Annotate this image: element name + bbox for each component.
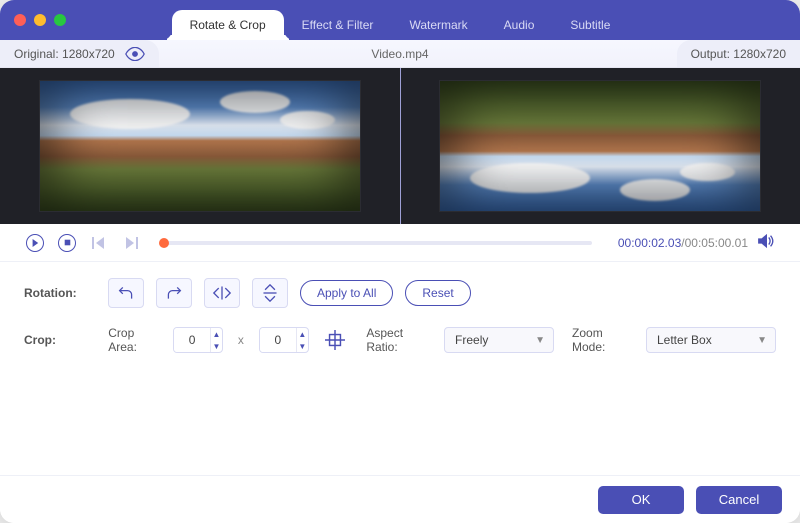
preview-toggle-icon[interactable]: [125, 47, 145, 61]
apply-to-all-button[interactable]: Apply to All: [300, 280, 393, 306]
output-frame-image: [440, 81, 760, 211]
time-display: 00:00:02.03/00:05:00.01: [618, 236, 748, 250]
total-time: 00:05:00.01: [685, 236, 748, 250]
tab-watermark[interactable]: Watermark: [391, 10, 485, 40]
chevron-down-icon: ▼: [757, 335, 767, 346]
original-frame-image: [40, 81, 360, 211]
flip-horizontal-button[interactable]: [204, 278, 240, 308]
titlebar: Rotate & Crop Effect & Filter Watermark …: [0, 0, 800, 40]
zoom-mode-select[interactable]: Letter Box ▼: [646, 327, 776, 353]
crop-height-wrap: ▲ ▼: [259, 327, 309, 353]
reset-button[interactable]: Reset: [405, 280, 470, 306]
ok-button[interactable]: OK: [598, 486, 684, 514]
crop-width-down[interactable]: ▼: [211, 340, 222, 352]
window-controls: [14, 14, 66, 26]
timeline-slider[interactable]: [160, 241, 592, 245]
original-resolution-label: Original: 1280x720: [14, 47, 115, 61]
crop-height-up[interactable]: ▲: [297, 328, 308, 340]
crop-times: x: [235, 333, 247, 347]
tab-subtitle[interactable]: Subtitle: [552, 10, 628, 40]
crop-width-up[interactable]: ▲: [211, 328, 222, 340]
info-output: Output: 1280x720: [677, 40, 800, 67]
tab-audio[interactable]: Audio: [486, 10, 553, 40]
tabs: Rotate & Crop Effect & Filter Watermark …: [0, 0, 800, 40]
rotation-row: Rotation: Apply to All Reset: [24, 278, 776, 308]
rotation-label: Rotation:: [24, 286, 96, 300]
close-window-icon[interactable]: [14, 14, 26, 26]
chevron-down-icon: ▼: [535, 335, 545, 346]
footer: OK Cancel: [0, 475, 800, 523]
play-button[interactable]: [24, 232, 46, 254]
info-original: Original: 1280x720: [0, 40, 159, 67]
minimize-window-icon[interactable]: [34, 14, 46, 26]
info-bar: Original: 1280x720 Video.mp4 Output: 128…: [0, 40, 800, 68]
app-window: Rotate & Crop Effect & Filter Watermark …: [0, 0, 800, 523]
preview-row: [0, 68, 800, 224]
cancel-button[interactable]: Cancel: [696, 486, 782, 514]
preview-output[interactable]: [400, 68, 800, 224]
rotate-right-button[interactable]: [156, 278, 192, 308]
playback-bar: 00:00:02.03/00:05:00.01: [0, 224, 800, 262]
controls-area: Rotation: Apply to All Reset Crop: Crop …: [0, 262, 800, 380]
crop-area-label: Crop Area:: [108, 326, 161, 354]
zoom-mode-label: Zoom Mode:: [572, 326, 634, 354]
maximize-window-icon[interactable]: [54, 14, 66, 26]
crop-width-wrap: ▲ ▼: [173, 327, 223, 353]
crop-height-input[interactable]: [260, 328, 296, 352]
crop-width-input[interactable]: [174, 328, 210, 352]
current-time: 00:00:02.03: [618, 236, 681, 250]
crop-height-steppers: ▲ ▼: [296, 328, 308, 352]
tab-rotate-crop[interactable]: Rotate & Crop: [172, 10, 284, 40]
aspect-ratio-select[interactable]: Freely ▼: [444, 327, 554, 353]
tab-effect-filter[interactable]: Effect & Filter: [284, 10, 392, 40]
crop-row: Crop: Crop Area: ▲ ▼ x ▲ ▼ Aspect: [24, 326, 776, 354]
crop-tool-icon[interactable]: [321, 327, 349, 353]
flip-vertical-button[interactable]: [252, 278, 288, 308]
prev-frame-button[interactable]: [88, 232, 110, 254]
zoom-mode-value: Letter Box: [657, 333, 712, 347]
volume-icon[interactable]: [758, 233, 776, 252]
rotate-left-button[interactable]: [108, 278, 144, 308]
timeline-thumb[interactable]: [159, 238, 169, 248]
aspect-ratio-value: Freely: [455, 333, 488, 347]
crop-label: Crop:: [24, 333, 90, 347]
next-frame-button[interactable]: [120, 232, 142, 254]
crop-height-down[interactable]: ▼: [297, 340, 308, 352]
aspect-ratio-label: Aspect Ratio:: [366, 326, 432, 354]
crop-width-steppers: ▲ ▼: [210, 328, 222, 352]
stop-button[interactable]: [56, 232, 78, 254]
preview-original[interactable]: [0, 68, 400, 224]
output-resolution-label: Output: 1280x720: [691, 47, 786, 61]
